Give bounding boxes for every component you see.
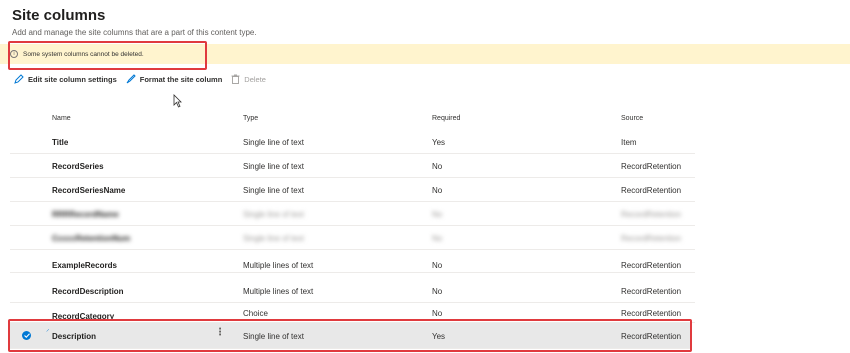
row-source: RecordRetention	[621, 261, 682, 270]
row-required: Yes	[432, 138, 446, 147]
page-subtitle: Add and manage the site columns that are…	[12, 28, 257, 37]
row-type: Multiple lines of text	[243, 261, 314, 270]
row-required-blurred: No	[432, 234, 443, 243]
row-required: No	[432, 287, 443, 296]
delete-button[interactable]: Delete	[231, 74, 266, 84]
table-row[interactable]: Title Single line of text Yes Item	[10, 131, 695, 154]
trash-icon	[231, 74, 240, 84]
row-type-blurred: Single line of text	[243, 210, 304, 219]
row-source: RecordRetention	[621, 309, 682, 318]
row-required: No	[432, 309, 443, 318]
edit-site-column-settings-label: Edit site column settings	[28, 74, 117, 84]
pencil-icon	[14, 74, 24, 84]
row-source-blurred: RecordRetention	[621, 234, 682, 243]
column-header-type[interactable]: Type	[243, 115, 258, 122]
table-row[interactable]: RecordDescription Multiple lines of text…	[10, 280, 695, 303]
column-header-required[interactable]: Required	[432, 115, 460, 122]
row-source-blurred: RecordRetention	[621, 210, 682, 219]
row-name-blurred: RRRRecordName	[52, 210, 119, 219]
row-type: Single line of text	[243, 138, 304, 147]
row-type: Single line of text	[243, 162, 304, 171]
column-header-name[interactable]: Name	[52, 115, 71, 122]
format-site-column-label: Format the site column	[139, 74, 223, 84]
row-name[interactable]: RecordDescription	[52, 287, 124, 296]
table-row[interactable]: RecordSeries Single line of text No Reco…	[10, 155, 695, 178]
row-type-blurred: Single line of text	[243, 234, 304, 243]
row-name[interactable]: ExampleRecords	[52, 261, 117, 270]
row-type: Choice	[243, 309, 268, 318]
row-required-blurred: No	[432, 210, 443, 219]
row-required: No	[432, 186, 443, 195]
row-name-blurred: CccccRetentionNum	[52, 234, 131, 243]
command-bar: Edit site column settings Format the sit…	[14, 72, 275, 86]
table-row[interactable]: RecordSeriesName Single line of text No …	[10, 179, 695, 202]
row-type: Single line of text	[243, 186, 304, 195]
table-row-obscured[interactable]: CccccRetentionNum Single line of text No…	[10, 227, 695, 250]
mouse-cursor-icon	[173, 94, 182, 108]
row-name[interactable]: Title	[52, 138, 68, 147]
row-source: RecordRetention	[621, 287, 682, 296]
format-site-column-button[interactable]: Format the site column	[126, 74, 223, 84]
row-required: No	[432, 261, 443, 270]
row-name[interactable]: RecordSeriesName	[52, 186, 125, 195]
delete-label: Delete	[244, 74, 266, 84]
column-header-source[interactable]: Source	[621, 115, 643, 122]
brush-icon	[126, 74, 136, 84]
page-title: Site columns	[12, 7, 106, 24]
row-required: No	[432, 162, 443, 171]
warning-highlight-box	[8, 41, 207, 70]
row-type: Multiple lines of text	[243, 287, 314, 296]
selected-row-highlight-box	[8, 319, 692, 352]
row-source: Item	[621, 138, 637, 147]
edit-site-column-settings-button[interactable]: Edit site column settings	[14, 74, 117, 84]
row-name[interactable]: RecordSeries	[52, 162, 104, 171]
table-row-obscured[interactable]: RRRRecordName Single line of text No Rec…	[10, 203, 695, 226]
row-source: RecordRetention	[621, 162, 682, 171]
row-source: RecordRetention	[621, 186, 682, 195]
table-row[interactable]: ExampleRecords Multiple lines of text No…	[10, 251, 695, 273]
